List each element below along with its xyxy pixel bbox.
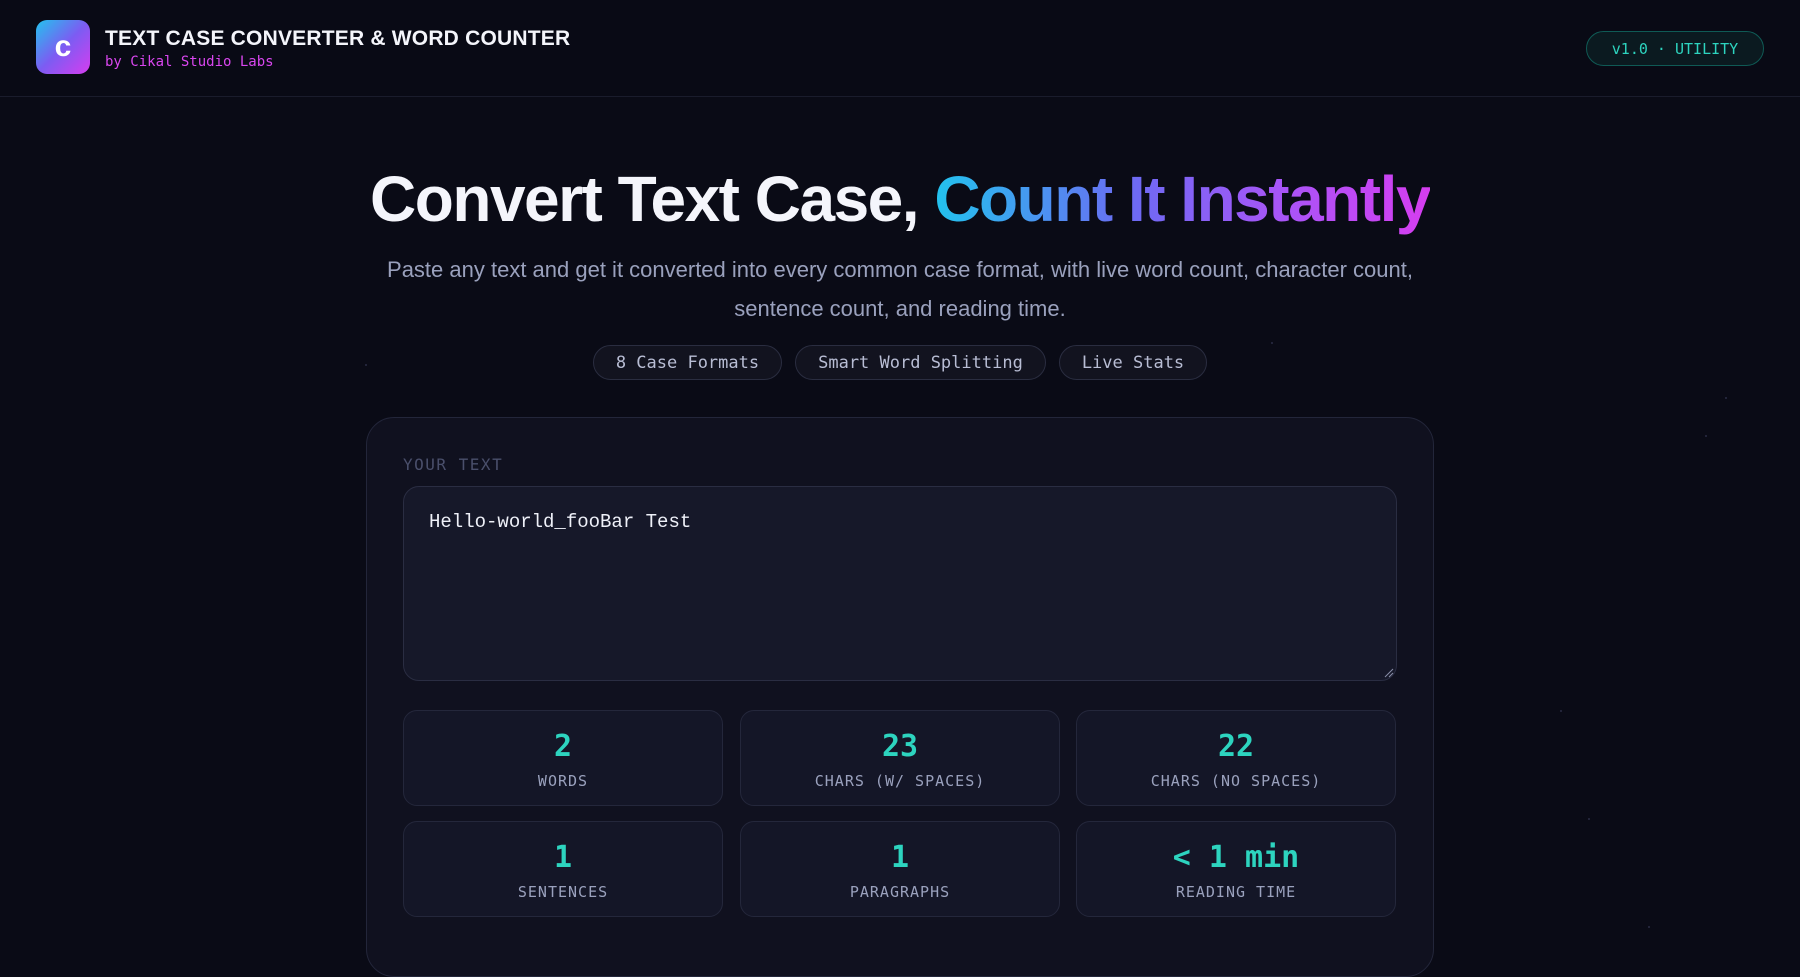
stat-label: SENTENCES: [517, 883, 609, 901]
background-dot: [1705, 435, 1707, 437]
stat-value: 1: [890, 840, 910, 875]
background-dot: [1588, 818, 1590, 820]
feature-chip: Live Stats: [1058, 345, 1208, 380]
stat-sentences: 1 SENTENCES: [403, 821, 723, 917]
feature-chips: 8 Case Formats Smart Word Splitting Live…: [0, 345, 1800, 380]
app-title: TEXT CASE CONVERTER & WORD COUNTER: [105, 27, 571, 50]
stat-value: 2: [553, 729, 573, 764]
stat-paragraphs: 1 PARAGRAPHS: [740, 821, 1060, 917]
background-dot: [1271, 342, 1273, 344]
background-dot: [1725, 397, 1727, 399]
resize-handle-icon[interactable]: [1384, 668, 1394, 678]
background-dot: [1560, 710, 1562, 712]
feature-chip: 8 Case Formats: [592, 345, 783, 380]
app-logo: c: [36, 20, 90, 74]
stat-value: 23: [881, 729, 919, 764]
background-dot: [1648, 926, 1650, 928]
stat-reading-time: < 1 min READING TIME: [1076, 821, 1396, 917]
feature-chip: Smart Word Splitting: [795, 345, 1046, 380]
app-subtitle: by Cikal Studio Labs: [105, 54, 274, 70]
text-input-label: YOUR TEXT: [403, 455, 504, 474]
hero-title: Convert Text Case, Count It Instantly: [0, 162, 1800, 236]
stat-label: WORDS: [537, 772, 589, 790]
stat-words: 2 WORDS: [403, 710, 723, 806]
top-bar: c TEXT CASE CONVERTER & WORD COUNTER by …: [0, 0, 1800, 97]
stat-label: PARAGRAPHS: [849, 883, 951, 901]
stat-value: 22: [1217, 729, 1255, 764]
text-input[interactable]: Hello-world_fooBar Test: [403, 486, 1397, 681]
stat-label: CHARS (W/ SPACES): [814, 772, 986, 790]
hero-title-gradient: Count It Instantly: [934, 163, 1431, 235]
stat-label: CHARS (NO SPACES): [1150, 772, 1322, 790]
stat-value: < 1 min: [1172, 840, 1300, 875]
stat-chars-with-spaces: 23 CHARS (W/ SPACES): [740, 710, 1060, 806]
version-badge: v1.0 · UTILITY: [1586, 31, 1764, 66]
stat-chars-no-spaces: 22 CHARS (NO SPACES): [1076, 710, 1396, 806]
hero-description: Paste any text and get it converted into…: [387, 257, 1413, 321]
stat-value: 1: [553, 840, 573, 875]
hero-title-plain: Convert Text Case,: [370, 163, 920, 235]
stat-label: READING TIME: [1175, 883, 1297, 901]
